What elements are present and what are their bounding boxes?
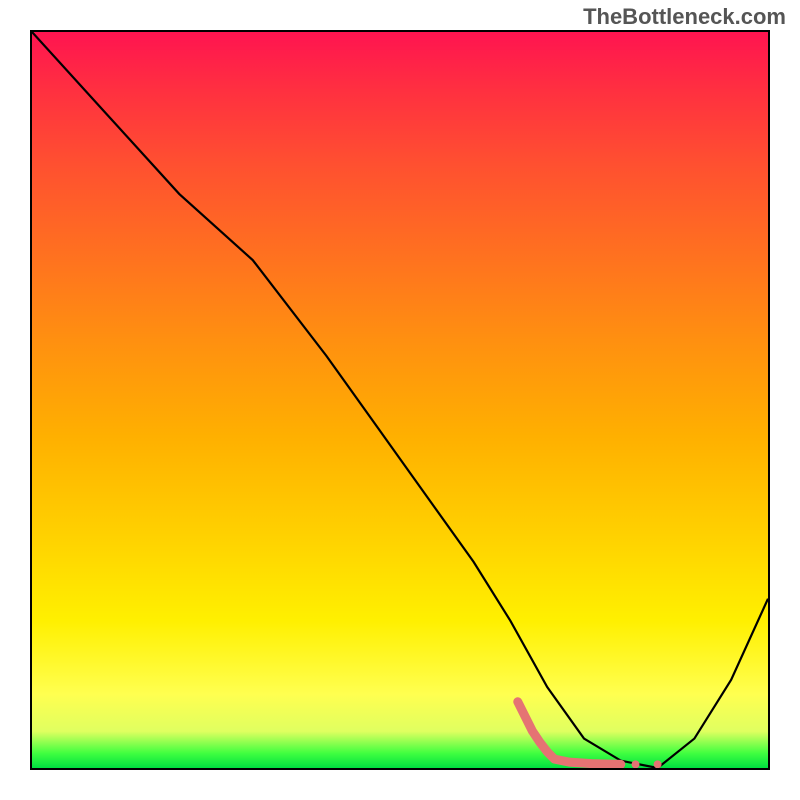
chart-plot-area	[30, 30, 770, 770]
bottleneck-curve-line	[32, 32, 768, 768]
chart-svg	[32, 32, 768, 768]
watermark-text: TheBottleneck.com	[583, 4, 786, 30]
highlight-stroke	[518, 702, 621, 765]
highlight-dot	[654, 760, 662, 768]
highlight-dot	[632, 760, 640, 768]
highlight-markers	[518, 702, 662, 768]
